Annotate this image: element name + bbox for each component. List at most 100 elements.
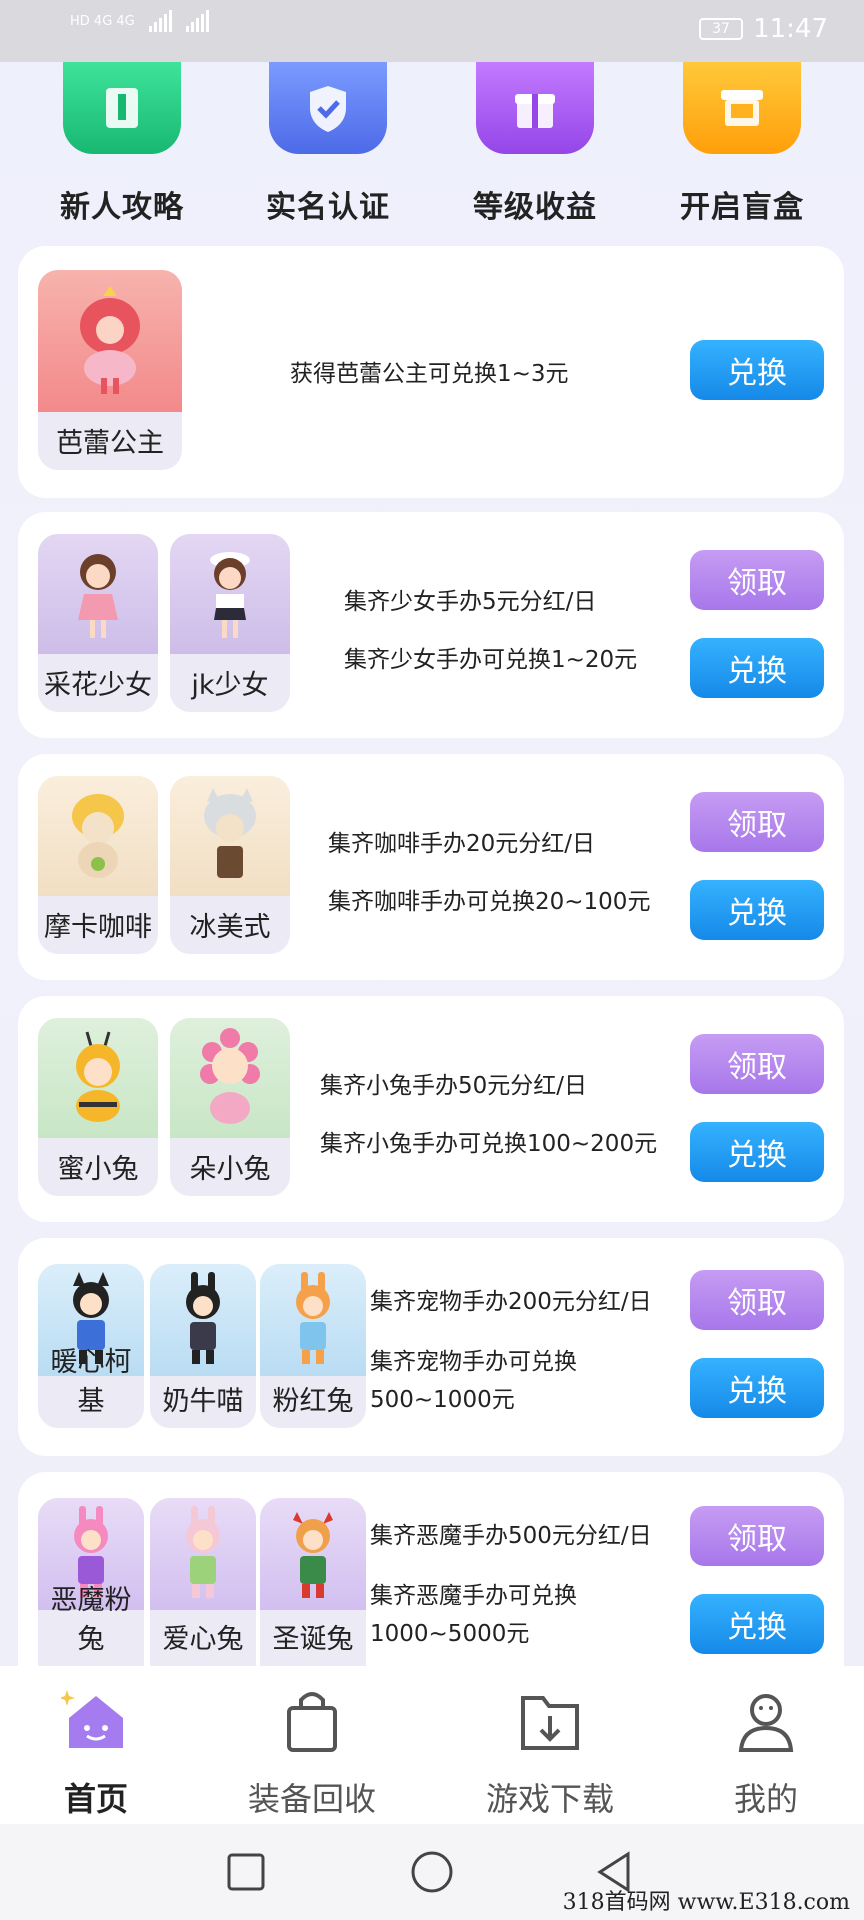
figure-tile[interactable]: 爱心兔 — [150, 1498, 256, 1666]
signal-icon — [148, 10, 172, 32]
figure-image — [150, 1498, 256, 1610]
recent-apps-icon[interactable] — [226, 1852, 266, 1892]
figure-image — [150, 1264, 256, 1376]
figure-image — [38, 1018, 158, 1138]
nav-home[interactable]: 首页 — [6, 1686, 186, 1820]
figure-tile[interactable]: 暖心柯基 — [38, 1264, 144, 1428]
battery-icon: 37 — [699, 18, 744, 40]
figure-tile[interactable]: 粉红兔 — [260, 1264, 366, 1428]
gift-icon — [476, 62, 594, 154]
figure-tile[interactable]: 摩卡咖啡 — [38, 776, 158, 954]
claim-button[interactable]: 领取 — [690, 1034, 824, 1094]
quick-actions: 新人攻略 实名认证 等级收益 开启盲盒 — [0, 62, 864, 232]
figure-name: 爱心兔 — [162, 1624, 244, 1655]
signal-icon-2 — [185, 10, 209, 32]
download-folder-icon — [521, 1696, 579, 1750]
exchange-range: 500~1000元 — [370, 1387, 515, 1413]
figure-name: 恶魔粉兔 — [50, 1585, 132, 1655]
figure-image — [170, 776, 290, 896]
dividend-description: 集齐咖啡手办20元分红/日 — [328, 831, 596, 857]
figure-tile[interactable]: 芭蕾公主 — [38, 270, 182, 470]
figure-image — [260, 1264, 366, 1376]
shopping-bag-icon — [287, 1692, 337, 1752]
figure-name: 朵小兔 — [189, 1154, 271, 1185]
guide-shortcut[interactable]: 新人攻略 — [52, 62, 192, 226]
nav-game-download[interactable]: 游戏下载 — [460, 1686, 640, 1820]
shortcut-label: 实名认证 — [266, 190, 390, 225]
exchange-button[interactable]: 兑换 — [690, 638, 824, 698]
exchange-description: 集齐少女手办可兑换1~20元 — [344, 647, 638, 673]
figure-image — [38, 534, 158, 654]
shortcut-label: 开启盲盒 — [680, 190, 804, 225]
figure-tile[interactable]: 采花少女 — [38, 534, 158, 712]
exchange-description: 集齐咖啡手办可兑换20~100元 — [328, 889, 651, 915]
shield-check-icon — [269, 62, 387, 154]
exchange-button[interactable]: 兑换 — [690, 340, 824, 400]
figure-image — [170, 534, 290, 654]
figure-tile[interactable]: 蜜小兔 — [38, 1018, 158, 1196]
exchange-button[interactable]: 兑换 — [690, 1122, 824, 1182]
bottom-nav: 首页 装备回收 游戏下载 我的 — [0, 1666, 864, 1824]
figure-image — [38, 270, 182, 412]
dividend-description: 集齐少女手办5元分红/日 — [344, 589, 597, 615]
figure-tile[interactable]: 圣诞兔 — [260, 1498, 366, 1666]
exchange-button[interactable]: 兑换 — [690, 1594, 824, 1654]
book-icon — [63, 62, 181, 154]
exchange-button[interactable]: 兑换 — [690, 1358, 824, 1418]
reward-card-rabbit: 蜜小兔 朵小兔 集齐小兔手办50元分红/日 集齐小兔手办可兑换100~200元 … — [18, 996, 844, 1222]
figure-tile[interactable]: jk少女 — [170, 534, 290, 712]
watermark: 318首码网 www.E318.com — [562, 1890, 850, 1915]
figure-name: 蜜小兔 — [57, 1154, 139, 1185]
reward-card-girls: 采花少女 jk少女 集齐少女手办5元分红/日 集齐少女手办可兑换1~20元 领取… — [18, 512, 844, 738]
exchange-range: 1000~5000元 — [370, 1621, 530, 1647]
figure-image — [170, 1018, 290, 1138]
level-shortcut[interactable]: 等级收益 — [465, 62, 605, 226]
verify-shortcut[interactable]: 实名认证 — [258, 62, 398, 226]
nav-label: 我的 — [733, 1780, 798, 1818]
figure-name: 冰美式 — [189, 912, 271, 943]
figure-image — [260, 1498, 366, 1610]
figure-tile[interactable]: 恶魔粉兔 — [38, 1498, 144, 1666]
nav-label: 游戏下载 — [485, 1780, 614, 1818]
home-button-icon[interactable] — [410, 1850, 454, 1894]
reward-card-devil: 恶魔粉兔 爱心兔 圣诞兔 集齐恶魔手办500元分红/日 集齐恶魔手办可兑换 10… — [18, 1472, 844, 1666]
shortcut-label: 新人攻略 — [60, 190, 184, 225]
figure-name: 暖心柯基 — [50, 1347, 132, 1417]
figure-name: jk少女 — [191, 670, 269, 701]
figure-name: 采花少女 — [44, 670, 152, 701]
network-label: HD 4G 4G — [70, 13, 135, 29]
nav-label: 首页 — [63, 1780, 128, 1818]
dividend-description: 集齐恶魔手办500元分红/日 — [370, 1523, 652, 1549]
claim-button[interactable]: 领取 — [690, 792, 824, 852]
signal-indicators: HD 4G 4G — [70, 10, 209, 32]
claim-button[interactable]: 领取 — [690, 1506, 824, 1566]
figure-tile[interactable]: 冰美式 — [170, 776, 290, 954]
figure-tile[interactable]: 朵小兔 — [170, 1018, 290, 1196]
figure-name: 圣诞兔 — [272, 1624, 354, 1655]
exchange-button[interactable]: 兑换 — [690, 880, 824, 940]
reward-card-coffee: 摩卡咖啡 冰美式 集齐咖啡手办20元分红/日 集齐咖啡手办可兑换20~100元 … — [18, 754, 844, 980]
nav-recycle[interactable]: 装备回收 — [222, 1686, 402, 1820]
exchange-description: 集齐小兔手办可兑换100~200元 — [320, 1131, 658, 1157]
claim-button[interactable]: 领取 — [690, 1270, 824, 1330]
shortcut-label: 等级收益 — [473, 190, 597, 225]
reward-description: 获得芭蕾公主可兑换1~3元 — [290, 361, 569, 387]
user-icon — [738, 1694, 794, 1752]
figure-name: 芭蕾公主 — [56, 428, 164, 459]
blindbox-shortcut[interactable]: 开启盲盒 — [672, 62, 812, 226]
figure-tile[interactable]: 奶牛喵 — [150, 1264, 256, 1428]
reward-card-pet: 暖心柯基 奶牛喵 粉红兔 集齐宠物手办200元分红/日 集齐宠物手办可兑换 50… — [18, 1238, 844, 1456]
figure-image — [38, 776, 158, 896]
clock: 11:47 — [753, 14, 828, 44]
exchange-description: 集齐恶魔手办可兑换 — [370, 1583, 577, 1609]
status-bar: HD 4G 4G 37 11:47 — [0, 0, 864, 62]
home-icon — [59, 1690, 123, 1748]
dividend-description: 集齐小兔手办50元分红/日 — [320, 1073, 588, 1099]
dividend-description: 集齐宠物手办200元分红/日 — [370, 1289, 652, 1315]
claim-button[interactable]: 领取 — [690, 550, 824, 610]
figure-name: 摩卡咖啡 — [44, 912, 152, 943]
nav-label: 装备回收 — [247, 1780, 376, 1818]
nav-mine[interactable]: 我的 — [676, 1686, 856, 1820]
figure-name: 粉红兔 — [272, 1386, 354, 1417]
box-icon — [683, 62, 801, 154]
